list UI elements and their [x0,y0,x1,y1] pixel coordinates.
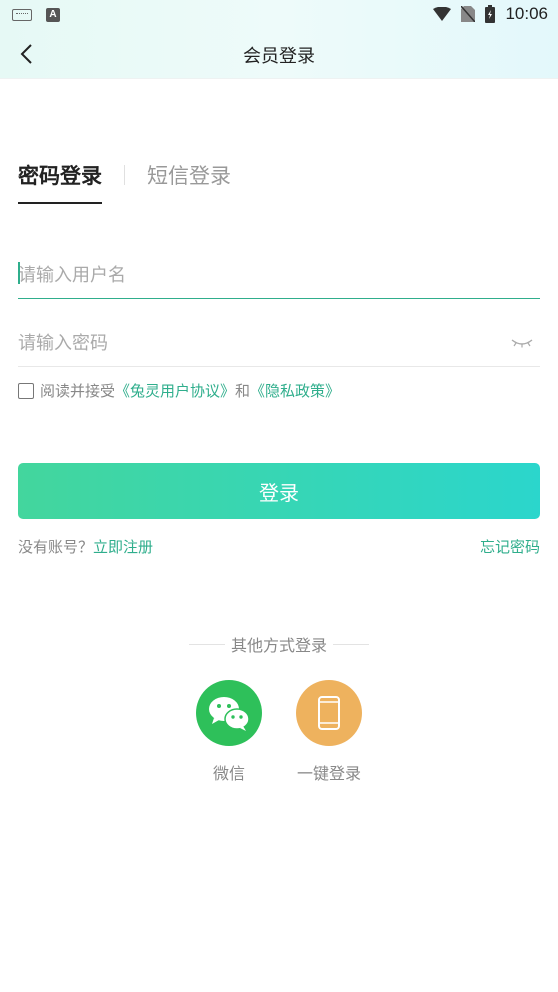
terms-link[interactable]: 《兔灵用户协议》 [115,380,235,401]
password-input[interactable] [18,323,498,363]
other-login-title: 其他方式登录 [230,636,327,655]
wechat-login: 微信 [184,680,274,784]
privacy-link[interactable]: 《隐私政策》 [250,380,340,401]
no-sim-icon [461,6,476,22]
username-input[interactable] [18,255,498,295]
page-title: 会员登录 [243,46,315,67]
tab-sms-login[interactable]: 短信登录 [147,160,231,204]
divider-line-right [333,643,369,645]
tab-password-login[interactable]: 密码登录 [18,160,102,204]
one-click-label: 一键登录 [296,764,361,783]
text-caret [18,262,20,284]
clock: 10:06 [505,4,548,23]
wifi-icon [433,7,452,21]
one-click-login: 一键登录 [284,680,374,784]
agreement-row: 阅读并接受 《兔灵用户协议》 和 《隐私政策》 [18,380,340,401]
no-account-text: 没有账号？ [18,538,94,556]
keyboard-icon [12,9,32,21]
login-button[interactable]: 登录 [18,463,540,519]
agreement-checkbox[interactable] [18,382,34,399]
register-link[interactable]: 立即注册 [93,538,153,556]
agreement-and: 和 [235,382,251,400]
battery-icon [485,5,496,23]
password-field [18,320,540,367]
a-icon: A [46,8,60,22]
status-bar: A 10:06 [0,0,558,30]
other-login-divider: 其他方式登录 [0,632,558,656]
login-tabs: 密码登录 短信登录 [18,160,231,204]
eye-closed-icon[interactable] [510,334,534,353]
username-field [18,252,540,299]
wechat-icon [209,697,250,731]
tab-divider [124,165,125,185]
divider-line-left [188,643,225,645]
agreement-prefix: 阅读并接受 [40,382,116,400]
wechat-button[interactable] [196,680,262,746]
forgot-password-link[interactable]: 忘记密码 [480,536,540,557]
register-row: 没有账号？立即注册 忘记密码 [18,536,540,557]
phone-icon [318,696,340,730]
one-click-button[interactable] [296,680,362,746]
nav-bar: 会员登录 [0,30,558,78]
wechat-label: 微信 [212,764,245,783]
